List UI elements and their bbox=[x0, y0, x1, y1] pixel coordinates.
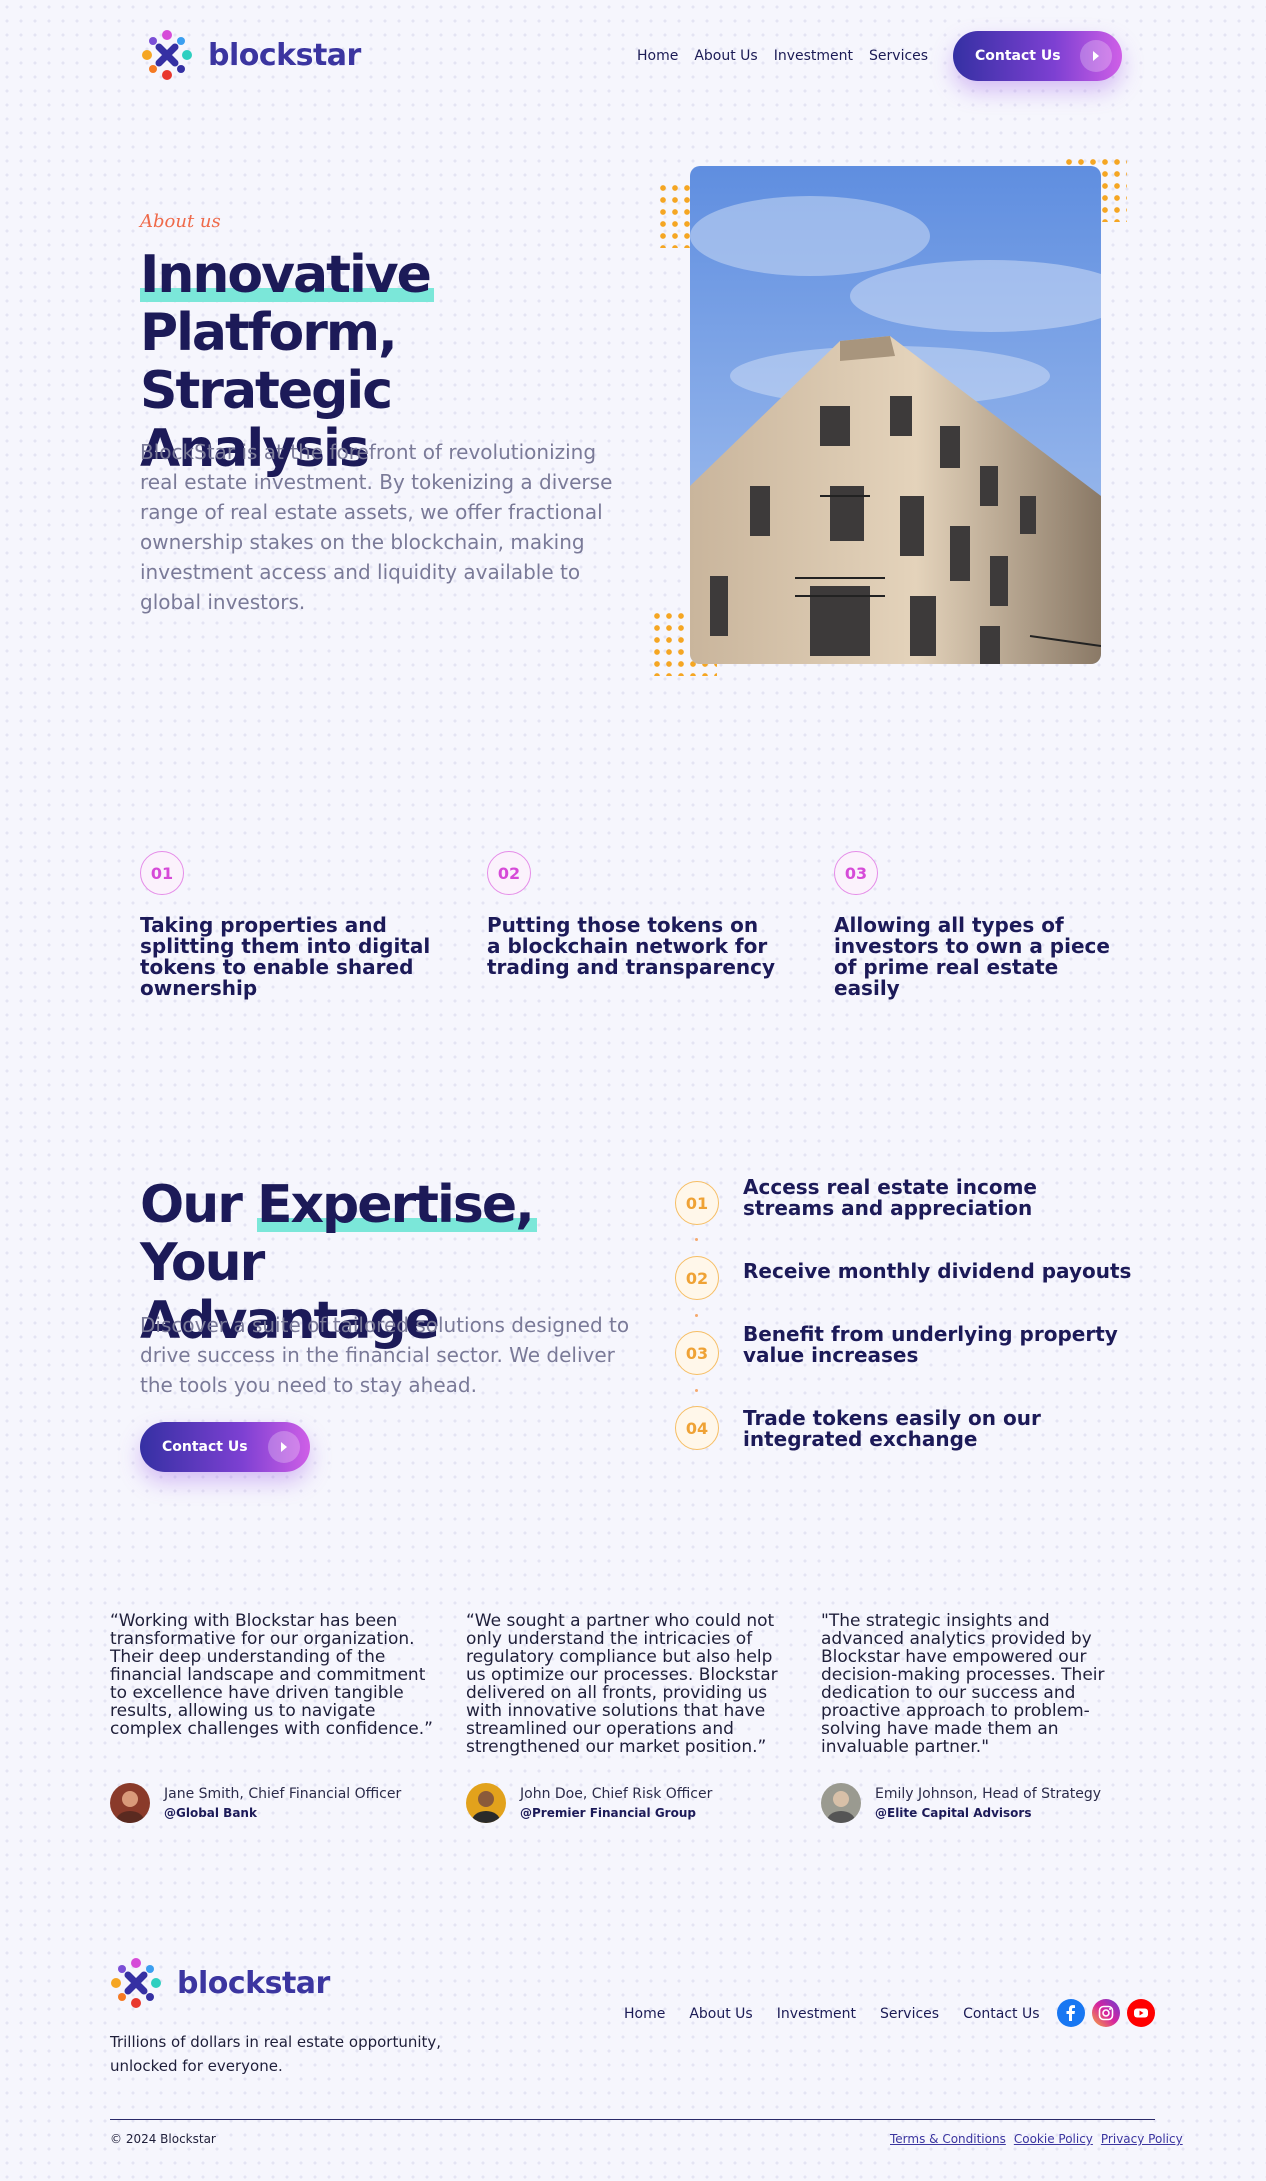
header-logo[interactable]: blockstar bbox=[140, 28, 361, 82]
testimonial-name: John Doe, Chief Risk Officer bbox=[520, 1786, 713, 1802]
nav-services[interactable]: Services bbox=[869, 48, 928, 64]
advantage-number: 01 bbox=[675, 1181, 719, 1225]
testimonial-name: Jane Smith, Chief Financial Officer bbox=[164, 1786, 402, 1802]
expertise-description: Discover a suite of tailored solutions d… bbox=[140, 1313, 630, 1397]
expertise-title-part2: Your bbox=[140, 1233, 265, 1293]
nav-about-us[interactable]: About Us bbox=[694, 48, 757, 64]
step-item: 01 Taking properties and splitting them … bbox=[140, 851, 440, 999]
blockstar-logo-icon bbox=[111, 1958, 161, 2008]
arrow-right-icon bbox=[268, 1431, 300, 1463]
nav-investment[interactable]: Investment bbox=[774, 48, 853, 64]
testimonial-name: Emily Johnson, Head of Strategy bbox=[875, 1786, 1102, 1802]
footer-divider bbox=[110, 2119, 1155, 2120]
building-image bbox=[690, 166, 1101, 664]
step-number: 02 bbox=[487, 851, 531, 895]
terms-link[interactable]: Terms & Conditions bbox=[890, 2132, 1006, 2146]
testimonial-org: @Premier Financial Group bbox=[520, 1806, 696, 1820]
expertise-title-highlight: Expertise, bbox=[256, 1175, 537, 1235]
footer-logo[interactable]: blockstar bbox=[109, 1956, 330, 2010]
footer-nav-services[interactable]: Services bbox=[880, 2006, 939, 2022]
footer-nav-investment[interactable]: Investment bbox=[777, 2006, 856, 2022]
step-number: 03 bbox=[834, 851, 878, 895]
testimonial-quote: “Working with Blockstar has been transfo… bbox=[110, 1611, 433, 1739]
instagram-icon[interactable] bbox=[1092, 1999, 1120, 2027]
footer-tagline: Trillions of dollars in real estate oppo… bbox=[110, 2033, 442, 2075]
cookie-policy-link[interactable]: Cookie Policy bbox=[1014, 2132, 1093, 2146]
expertise-title-part1: Our bbox=[140, 1175, 243, 1235]
header-contact-label: Contact Us bbox=[975, 48, 1061, 64]
step-item: 03 Allowing all types of investors to ow… bbox=[834, 851, 1124, 999]
testimonial-author: Jane Smith, Chief Financial Officer @Glo… bbox=[110, 1783, 401, 1823]
step-text: Putting those tokens on a blockchain net… bbox=[487, 913, 776, 979]
advantage-number-badge: 01 bbox=[675, 1181, 719, 1225]
expertise-contact-button[interactable]: Contact Us bbox=[140, 1422, 310, 1472]
advantage-text: Benefit from underlying property value i… bbox=[743, 1322, 1118, 1367]
avatar bbox=[821, 1783, 861, 1823]
footer-nav: Home About Us Investment Services Contac… bbox=[624, 2006, 1040, 2022]
social-links bbox=[1057, 1999, 1155, 2027]
avatar bbox=[110, 1783, 150, 1823]
youtube-icon[interactable] bbox=[1127, 1999, 1155, 2027]
step-text: Taking properties and splitting them int… bbox=[140, 913, 431, 1000]
step-number: 01 bbox=[140, 851, 184, 895]
footer-nav-home[interactable]: Home bbox=[624, 2006, 665, 2022]
hero-eyebrow: About us bbox=[140, 211, 221, 232]
testimonial-author: Emily Johnson, Head of Strategy @Elite C… bbox=[821, 1783, 1101, 1823]
step-item: 02 Putting those tokens on a blockchain … bbox=[487, 851, 777, 978]
footer-nav-about-us[interactable]: About Us bbox=[689, 2006, 752, 2022]
testimonial-org: @Global Bank bbox=[164, 1806, 257, 1820]
advantage-number-badge: 03 bbox=[675, 1331, 719, 1375]
header-contact-button[interactable]: Contact Us bbox=[953, 31, 1122, 81]
step-text: Allowing all types of investors to own a… bbox=[834, 913, 1110, 1000]
hero-title-line2: Platform, Strategic bbox=[140, 303, 398, 421]
testimonial-quote: “We sought a partner who could not only … bbox=[466, 1611, 778, 1757]
connector-dot bbox=[695, 1389, 698, 1392]
main-nav: Home About Us Investment Services bbox=[621, 48, 928, 64]
testimonial-author: John Doe, Chief Risk Officer @Premier Fi… bbox=[466, 1783, 712, 1823]
advantage-text: Access real estate income streams and ap… bbox=[743, 1175, 1037, 1220]
legal-links: Terms & Conditions Cookie Policy Privacy… bbox=[882, 2132, 1183, 2146]
advantage-number-badge: 04 bbox=[675, 1406, 719, 1450]
nav-home[interactable]: Home bbox=[637, 48, 678, 64]
hero-title-highlight: Innovative bbox=[140, 245, 434, 305]
facebook-icon[interactable] bbox=[1057, 1999, 1085, 2027]
advantage-text: Receive monthly dividend payouts bbox=[743, 1259, 1132, 1283]
blockstar-logo-icon bbox=[142, 30, 192, 80]
advantage-number-badge: 02 bbox=[675, 1256, 719, 1300]
brand-name: blockstar bbox=[208, 37, 361, 73]
advantage-number: 03 bbox=[675, 1331, 719, 1375]
brand-name: blockstar bbox=[177, 1965, 330, 2001]
copyright: © 2024 Blockstar bbox=[110, 2132, 216, 2146]
hero-description: BlockStar is at the forefront of revolut… bbox=[140, 440, 613, 614]
avatar bbox=[466, 1783, 506, 1823]
arrow-right-icon bbox=[1080, 40, 1112, 72]
testimonial-org: @Elite Capital Advisors bbox=[875, 1806, 1032, 1820]
advantage-number: 04 bbox=[675, 1406, 719, 1450]
privacy-policy-link[interactable]: Privacy Policy bbox=[1101, 2132, 1183, 2146]
connector-dot bbox=[695, 1238, 698, 1241]
testimonial-card: “We sought a partner who could not only … bbox=[466, 1612, 796, 1756]
advantage-text: Trade tokens easily on our integrated ex… bbox=[743, 1406, 1041, 1451]
advantage-number: 02 bbox=[675, 1256, 719, 1300]
testimonial-card: "The strategic insights and advanced ana… bbox=[821, 1612, 1131, 1756]
footer-nav-contact-us[interactable]: Contact Us bbox=[963, 2006, 1039, 2022]
expertise-contact-label: Contact Us bbox=[162, 1439, 248, 1455]
testimonial-quote: "The strategic insights and advanced ana… bbox=[821, 1611, 1105, 1757]
connector-dot bbox=[695, 1314, 698, 1317]
testimonial-card: “Working with Blockstar has been transfo… bbox=[110, 1612, 440, 1738]
